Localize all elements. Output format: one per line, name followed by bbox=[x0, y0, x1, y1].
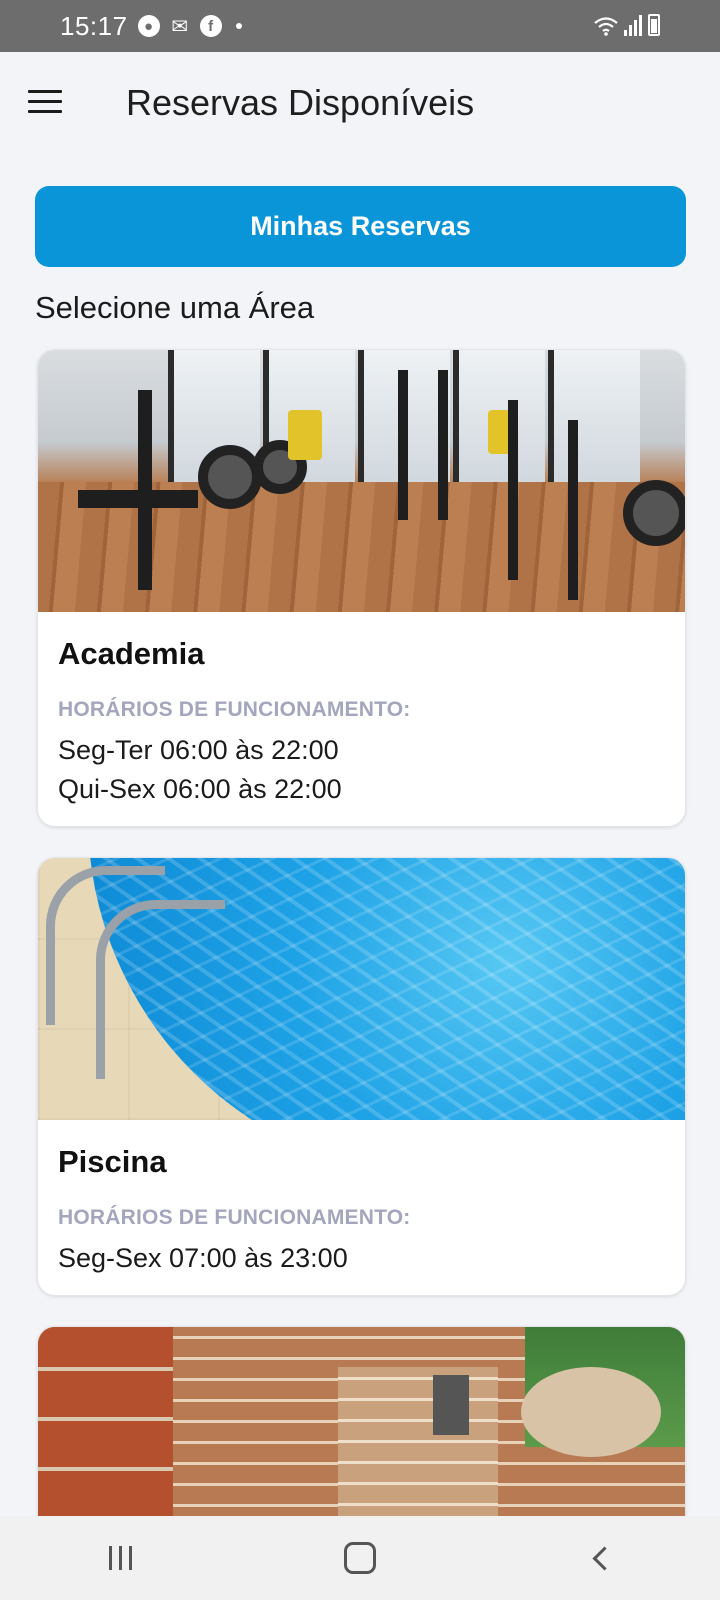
section-label: Selecione uma Área bbox=[35, 290, 315, 325]
home-icon[interactable] bbox=[320, 1528, 400, 1588]
academia-image bbox=[38, 350, 685, 612]
gmail-icon: ✉ bbox=[171, 15, 188, 38]
back-icon[interactable] bbox=[560, 1528, 640, 1588]
status-notification-icons: ● ✉ f bbox=[137, 15, 242, 38]
facebook-icon: f bbox=[199, 15, 222, 37]
status-time: 15:17 bbox=[60, 10, 128, 41]
menu-icon[interactable] bbox=[28, 90, 62, 114]
piscina-image bbox=[38, 858, 685, 1120]
hours-line: Qui-Sex 06:00 às 22:00 bbox=[58, 774, 342, 804]
hours-label: HORÁRIOS DE FUNCIONAMENTO: bbox=[58, 1206, 411, 1229]
area-name: Academia bbox=[58, 636, 205, 671]
area-name: Piscina bbox=[58, 1144, 167, 1179]
notification-dot bbox=[235, 23, 242, 29]
hours-line: Seg-Sex 07:00 às 23:00 bbox=[58, 1243, 348, 1273]
area-card-academia[interactable]: Academia HORÁRIOS DE FUNCIONAMENTO: Seg-… bbox=[37, 349, 686, 827]
status-system-icons bbox=[594, 14, 660, 36]
battery-icon bbox=[648, 14, 660, 36]
my-reservations-button[interactable]: Minhas Reservas bbox=[35, 186, 686, 267]
wifi-icon bbox=[594, 17, 618, 36]
status-bar: 15:17 ● ✉ f bbox=[0, 0, 720, 52]
hours-line: Seg-Ter 06:00 às 22:00 bbox=[58, 735, 339, 765]
hours-label: HORÁRIOS DE FUNCIONAMENTO: bbox=[58, 698, 411, 721]
system-nav-bar bbox=[0, 1516, 720, 1600]
area-card-piscina[interactable]: Piscina HORÁRIOS DE FUNCIONAMENTO: Seg-S… bbox=[37, 857, 686, 1296]
recent-apps-icon[interactable] bbox=[80, 1528, 160, 1588]
account-icon: ● bbox=[137, 15, 160, 37]
signal-icon bbox=[624, 14, 642, 36]
app-bar: Reservas Disponíveis bbox=[0, 52, 720, 152]
page-title: Reservas Disponíveis bbox=[126, 82, 475, 123]
